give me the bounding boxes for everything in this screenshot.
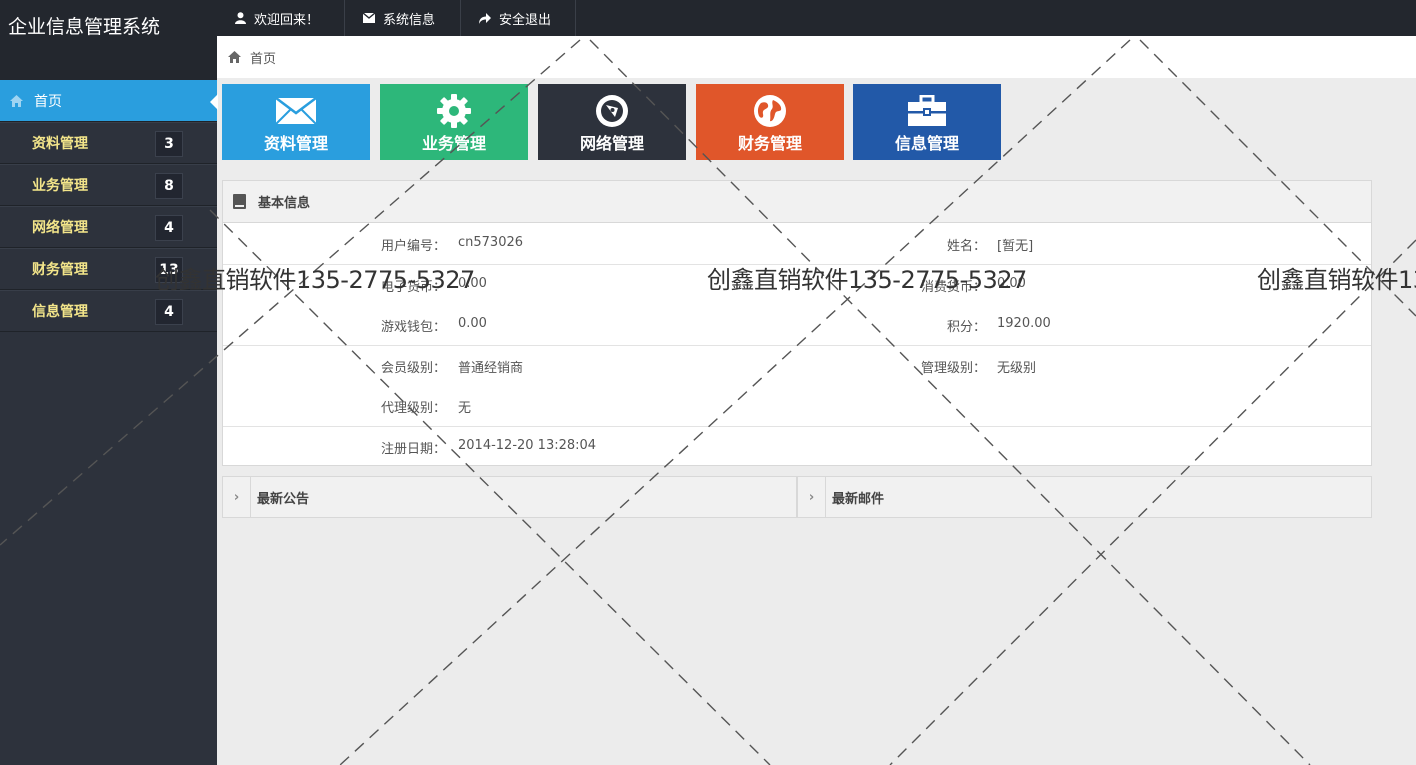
user-id-value: cn573026 (458, 235, 524, 250)
list-icon (8, 261, 22, 277)
register-date-value: 2014-12-20 13:28:04 (458, 438, 597, 453)
briefcase-icon (907, 94, 947, 128)
count-badge: 3 (155, 131, 183, 157)
globe-icon (751, 94, 789, 128)
sidebar-item-info[interactable]: 信息管理 4 (0, 290, 217, 332)
e-currency-label: 电子货币： (380, 280, 446, 295)
admin-level-value: 无级别 (997, 361, 1037, 376)
basic-info-panel: 基本信息 用户编号： cn573026 姓名： [暂无] 电子货币： 0.00 … (222, 180, 1372, 466)
points-label: 积分： (946, 320, 986, 335)
sidebar-item-profile[interactable]: 资料管理 3 (0, 122, 217, 164)
sidebar: 企业信息管理系统 首页 资料管理 3 业务管理 8 网络管理 4 财务管理 13… (0, 0, 218, 765)
sidebar-item-business[interactable]: 业务管理 8 (0, 164, 217, 206)
list-icon (8, 177, 22, 193)
sidebar-item-label: 信息管理 (32, 304, 88, 320)
share-arrow-icon (479, 12, 491, 24)
agent-level-label: 代理级别： (380, 401, 446, 416)
member-level-label: 会员级别： (380, 361, 446, 376)
book-icon (233, 194, 246, 209)
name-value: [暂无] (997, 239, 1034, 254)
consume-currency-value: 0.00 (997, 276, 1026, 291)
tile-label: 资料管理 (263, 134, 328, 153)
list-icon (8, 135, 22, 151)
sidebar-item-label: 资料管理 (32, 136, 88, 152)
panel-title: 基本信息 (258, 196, 311, 211)
logout-button[interactable]: 安全退出 (461, 0, 576, 36)
top-bar: 欢迎回来！ 系统信息 安全退出 (217, 0, 1416, 36)
mail-panel: › 最新邮件 (797, 476, 1372, 518)
announcements-panel: › 最新公告 (222, 476, 797, 518)
count-badge: 4 (155, 299, 183, 325)
welcome-button[interactable]: 欢迎回来！ (217, 0, 345, 36)
user-id-label: 用户编号： (380, 239, 446, 254)
tile-label: 网络管理 (579, 134, 644, 153)
announcements-title: 最新公告 (257, 491, 310, 507)
row-divider (223, 264, 1371, 265)
points-value: 1920.00 (997, 316, 1051, 331)
sidebar-item-finance[interactable]: 财务管理 13 (0, 248, 217, 290)
tile-label: 业务管理 (421, 134, 486, 153)
sidebar-item-label: 财务管理 (32, 262, 88, 278)
home-icon (8, 93, 24, 109)
gear-icon (436, 94, 472, 128)
app-title: 企业信息管理系统 (0, 0, 217, 80)
envelope-icon (275, 94, 317, 128)
count-badge: 13 (155, 257, 183, 283)
sidebar-item-label: 业务管理 (32, 178, 88, 194)
mail-title: 最新邮件 (832, 491, 885, 507)
name-label: 姓名： (946, 239, 986, 254)
register-date-label: 注册日期： (380, 442, 446, 457)
breadcrumb-home[interactable]: 首页 (250, 48, 276, 67)
envelope-icon (363, 13, 375, 23)
sidebar-item-label: 首页 (34, 94, 62, 110)
chevron-right-icon[interactable]: › (798, 477, 826, 517)
tile-info[interactable]: 信息管理 (853, 84, 1001, 160)
tile-label: 财务管理 (737, 134, 802, 153)
home-icon (228, 51, 241, 63)
user-icon (235, 12, 246, 24)
list-icon (8, 303, 22, 319)
count-badge: 4 (155, 215, 183, 241)
row-divider (223, 426, 1371, 427)
chevron-right-icon[interactable]: › (223, 477, 251, 517)
panel-header: 基本信息 (223, 181, 1371, 223)
system-info-button[interactable]: 系统信息 (345, 0, 461, 36)
welcome-label: 欢迎回来！ (254, 12, 320, 28)
game-wallet-value: 0.00 (458, 316, 487, 331)
sidebar-item-home[interactable]: 首页 (0, 80, 218, 122)
logout-label: 安全退出 (499, 12, 552, 28)
sidebar-item-label: 网络管理 (32, 220, 88, 236)
system-info-label: 系统信息 (383, 12, 436, 28)
admin-level-label: 管理级别： (920, 361, 986, 376)
tile-finance[interactable]: 财务管理 (696, 84, 844, 160)
breadcrumb: 首页 (217, 36, 1416, 78)
row-divider (223, 345, 1371, 346)
e-currency-value: 0.00 (458, 276, 487, 291)
consume-currency-label: 消费货币： (920, 280, 986, 295)
sidebar-item-network[interactable]: 网络管理 4 (0, 206, 217, 248)
game-wallet-label: 游戏钱包： (380, 320, 446, 335)
agent-level-value: 无 (458, 401, 472, 416)
tile-network[interactable]: 网络管理 (538, 84, 686, 160)
count-badge: 8 (155, 173, 183, 199)
list-icon (8, 219, 22, 235)
tile-business[interactable]: 业务管理 (380, 84, 528, 160)
member-level-value: 普通经销商 (458, 361, 524, 376)
compass-icon (593, 94, 631, 128)
tile-label: 信息管理 (894, 134, 959, 153)
tile-profile[interactable]: 资料管理 (222, 84, 370, 160)
